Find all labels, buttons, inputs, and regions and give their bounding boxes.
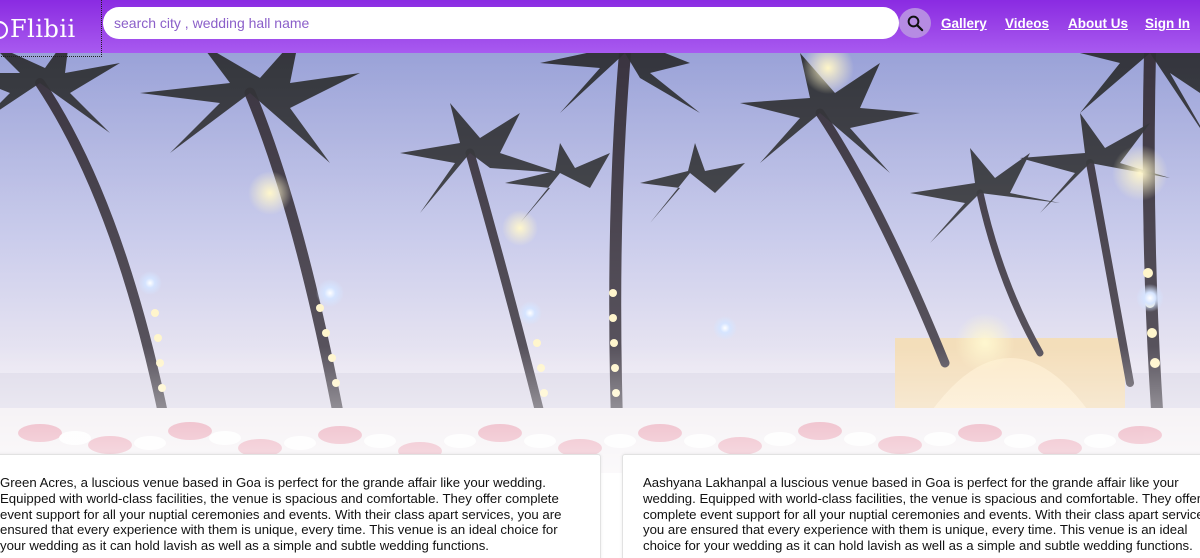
- venue-card-list: Green Acres, a luscious venue based in G…: [0, 454, 1200, 558]
- venue-card[interactable]: Green Acres, a luscious venue based in G…: [0, 454, 601, 558]
- nav-gallery-link[interactable]: Gallery: [941, 16, 987, 31]
- search-icon: [907, 15, 924, 32]
- brand-name: Flibii: [10, 15, 76, 43]
- search-input[interactable]: [103, 7, 899, 39]
- venue-description: Aashyana Lakhanpal a luscious venue base…: [643, 475, 1200, 554]
- top-navbar: Flibii Gallery Videos About Us Sign In: [0, 0, 1200, 57]
- nav-about-link[interactable]: About Us: [1068, 16, 1128, 31]
- site-logo[interactable]: Flibii: [0, 0, 102, 57]
- logo-ring-icon: [0, 21, 8, 39]
- search-button[interactable]: [899, 8, 931, 38]
- nav-videos-link[interactable]: Videos: [1005, 16, 1049, 31]
- nav-signin-link[interactable]: Sign In: [1145, 16, 1190, 31]
- beach-venue-illustration: [0, 53, 1200, 473]
- hero-venue-photo: [0, 53, 1200, 473]
- venue-card[interactable]: Aashyana Lakhanpal a luscious venue base…: [622, 454, 1200, 558]
- venue-description: Green Acres, a luscious venue based in G…: [0, 475, 562, 554]
